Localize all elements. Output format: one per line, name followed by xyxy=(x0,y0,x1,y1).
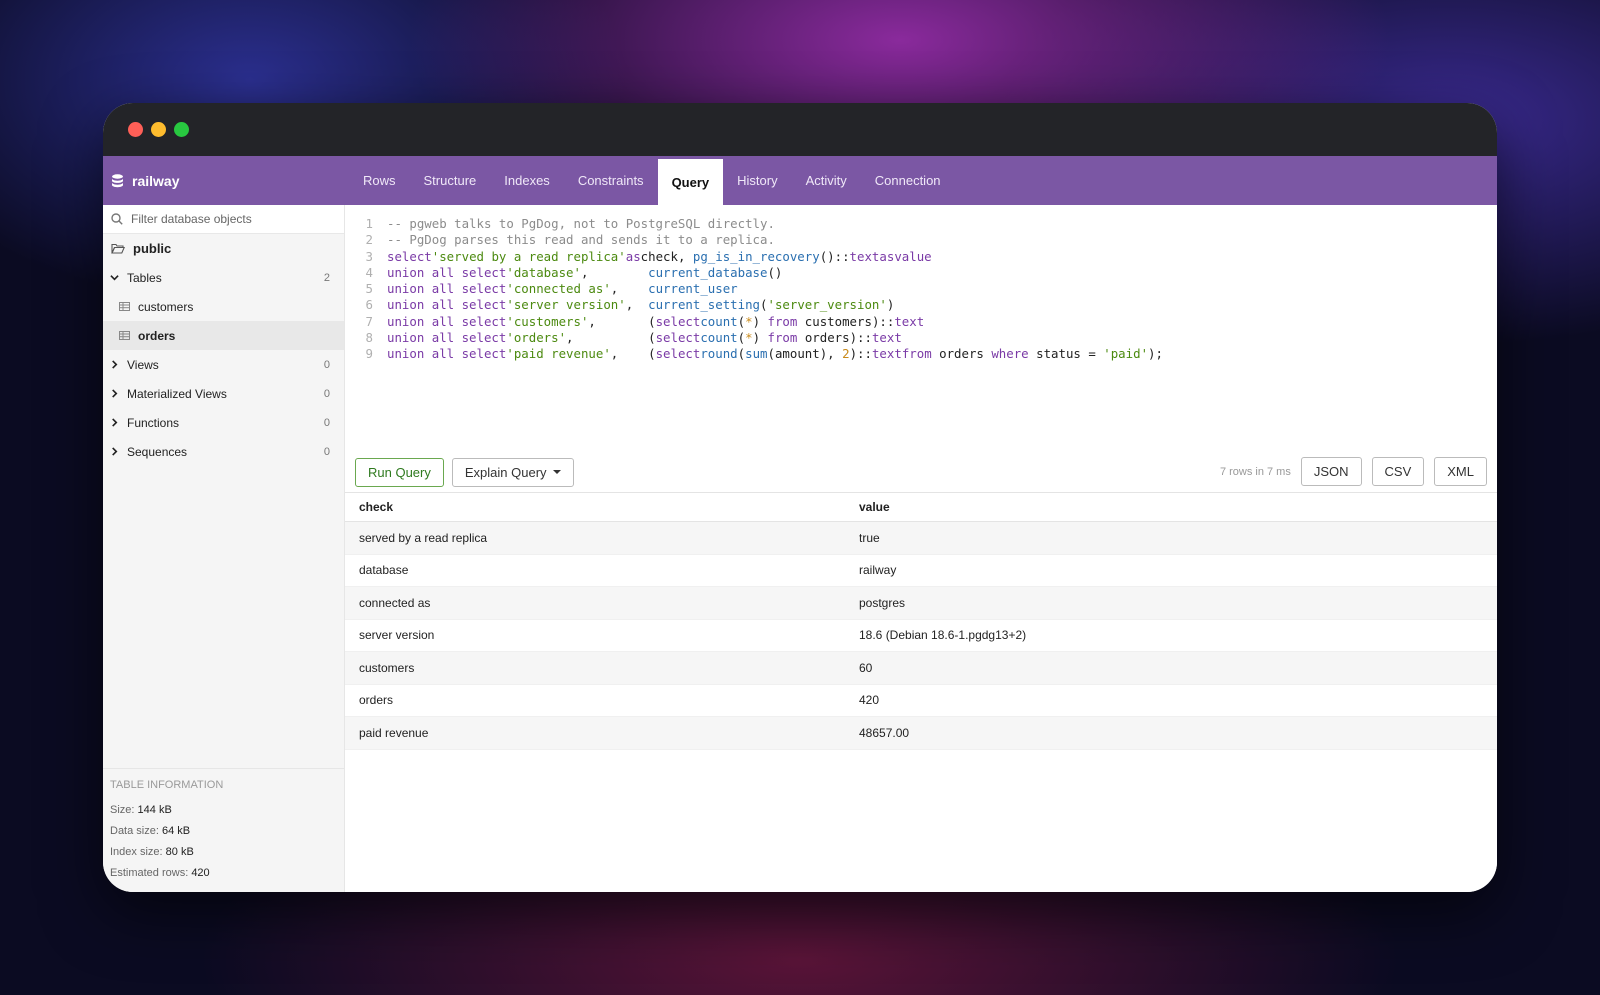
table-item-customers[interactable]: customers xyxy=(103,292,344,321)
main-panel: 1 -- pgweb talks to PgDog, not to Postgre… xyxy=(345,205,1497,892)
export-xml-button[interactable]: XML xyxy=(1434,457,1487,486)
chevron-right-icon xyxy=(112,418,118,427)
result-stats: 7 rows in 7 ms xyxy=(1219,465,1291,478)
schema-public[interactable]: public xyxy=(103,234,344,263)
table-icon xyxy=(119,302,130,311)
table-label: customers xyxy=(138,299,194,314)
table-row[interactable]: customers 60 xyxy=(345,652,1497,685)
close-window-button[interactable] xyxy=(128,122,143,137)
run-query-button[interactable]: Run Query xyxy=(355,457,444,487)
explain-query-button[interactable]: Explain Query xyxy=(451,457,574,487)
table-info-estimated-rows: Estimated rows: 420 xyxy=(110,867,210,879)
title-bar xyxy=(103,103,1497,156)
results-header: check value xyxy=(345,493,1497,522)
code-line: 1 -- pgweb talks to PgDog, not to Postgre… xyxy=(365,216,775,231)
group-count: 0 xyxy=(323,445,330,458)
results-body: served by a read replica true database rai… xyxy=(345,522,1497,750)
group-label: Sequences xyxy=(127,444,188,459)
maximize-window-button[interactable] xyxy=(174,122,189,137)
code-line: 3 select 'served by a read replica' as ch… xyxy=(365,248,932,264)
table-row[interactable]: paid revenue 48657.00 xyxy=(345,717,1497,750)
code-line: 4 union all select 'database', current_da… xyxy=(365,264,783,280)
table-row[interactable]: orders 420 xyxy=(345,685,1497,717)
query-toolbar: Run Query Explain Query 7 rows in 7 ms J… xyxy=(345,452,1497,492)
chevron-down-icon xyxy=(110,275,119,281)
tab-connection[interactable]: Connection xyxy=(861,156,955,205)
search-icon xyxy=(111,213,123,225)
group-label: Functions xyxy=(127,415,180,430)
tab-constraints[interactable]: Constraints xyxy=(564,156,658,205)
chevron-right-icon xyxy=(112,360,118,369)
code-line: 7 union all select 'customers', (select c… xyxy=(365,313,925,329)
table-row[interactable]: server version 18.6 (Debian 18.6-1.pgdg13… xyxy=(345,620,1497,652)
database-icon xyxy=(112,173,123,187)
sql-editor[interactable]: 1 -- pgweb talks to PgDog, not to Postgre… xyxy=(345,205,1497,452)
tree-group-functions[interactable]: Functions 0 xyxy=(103,408,344,437)
database-name: railway xyxy=(132,172,180,189)
folder-open-icon xyxy=(111,243,125,254)
code-line: 2 -- PgDog parses this read and sends it … xyxy=(365,232,775,248)
group-label: Views xyxy=(127,357,159,372)
database-brand[interactable]: railway xyxy=(103,156,345,205)
group-count: 0 xyxy=(323,358,330,371)
minimize-window-button[interactable] xyxy=(151,122,166,137)
column-header-check[interactable]: check xyxy=(345,500,859,514)
group-label: Tables xyxy=(127,270,162,285)
results-table: check value served by a read replica true… xyxy=(345,492,1497,750)
table-info-size: Size: 144 kB xyxy=(110,804,172,816)
filter-bar xyxy=(103,205,344,234)
table-label: orders xyxy=(138,328,176,343)
table-row[interactable]: connected as postgres xyxy=(345,587,1497,620)
table-information-panel: TABLE INFORMATION Size: 144 kB Data size… xyxy=(103,768,344,892)
table-info-index-size: Index size: 80 kB xyxy=(110,846,194,858)
tab-rows[interactable]: Rows xyxy=(349,156,410,205)
table-icon xyxy=(119,331,130,340)
code-line: 6 union all select 'server version', curr… xyxy=(365,297,895,313)
tab-indexes[interactable]: Indexes xyxy=(490,156,564,205)
table-info-title: TABLE INFORMATION xyxy=(110,779,224,791)
app-window: railway Rows Structure Indexes Constrain… xyxy=(103,103,1497,892)
chevron-right-icon xyxy=(112,447,118,456)
tree-group-views[interactable]: Views 0 xyxy=(103,350,344,379)
code-line: 9 union all select 'paid revenue', (selec… xyxy=(365,346,1163,362)
schema-label: public xyxy=(133,241,172,256)
top-nav: railway Rows Structure Indexes Constrain… xyxy=(103,156,1497,205)
export-controls: 7 rows in 7 ms JSON CSV XML xyxy=(1220,457,1487,486)
tab-query[interactable]: Query xyxy=(657,159,724,205)
code-line: 8 union all select 'orders', (select coun… xyxy=(365,330,902,346)
table-row[interactable]: database railway xyxy=(345,555,1497,587)
group-count: 0 xyxy=(323,387,330,400)
export-json-button[interactable]: JSON xyxy=(1300,457,1362,486)
tab-bar: Rows Structure Indexes Constraints Query… xyxy=(345,156,955,205)
tab-activity[interactable]: Activity xyxy=(792,156,861,205)
group-count: 2 xyxy=(323,271,330,284)
table-item-orders[interactable]: orders xyxy=(103,321,344,350)
export-csv-button[interactable]: CSV xyxy=(1371,457,1425,486)
group-count: 0 xyxy=(323,416,330,429)
table-info-data-size: Data size: 64 kB xyxy=(110,825,191,837)
explain-query-label: Explain Query xyxy=(464,464,547,480)
tree-group-tables[interactable]: Tables 2 xyxy=(103,263,344,292)
sidebar: public Tables 2 customers xyxy=(103,205,345,892)
column-header-value[interactable]: value xyxy=(859,500,1497,514)
tab-history[interactable]: History xyxy=(723,156,791,205)
tab-structure[interactable]: Structure xyxy=(410,156,491,205)
table-row[interactable]: served by a read replica true xyxy=(345,522,1497,555)
filter-input[interactable] xyxy=(131,212,331,226)
caret-down-icon xyxy=(552,470,561,474)
chevron-right-icon xyxy=(112,389,118,398)
code-line: 5 union all select 'connected as', curren… xyxy=(365,281,738,297)
group-label: Materialized Views xyxy=(127,386,227,401)
tree-group-sequences[interactable]: Sequences 0 xyxy=(103,437,344,466)
tree-group-materialized-views[interactable]: Materialized Views 0 xyxy=(103,379,344,408)
